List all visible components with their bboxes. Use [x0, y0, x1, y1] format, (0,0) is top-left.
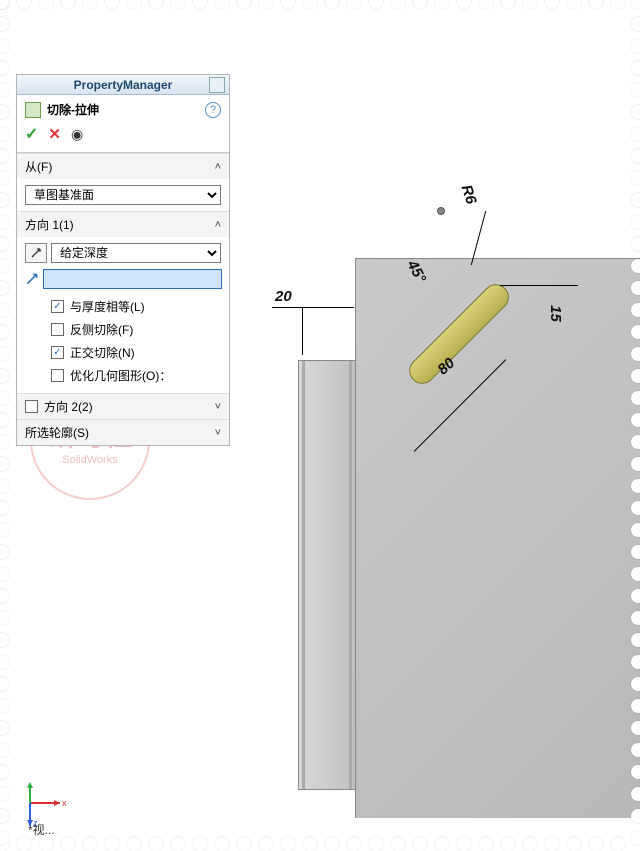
section-direction2[interactable]: 方向 2(2) ˅ [17, 393, 229, 419]
preview-icon[interactable]: ◉ [71, 126, 83, 143]
from-dropdown[interactable]: 草图基准面 [25, 185, 221, 205]
cancel-button[interactable]: ✕ [48, 125, 61, 143]
model-plate [298, 360, 356, 790]
svg-text:x: x [62, 798, 67, 808]
depth-input[interactable] [43, 269, 222, 289]
end-condition-dropdown[interactable]: 给定深度 [51, 243, 221, 263]
link-thickness-checkbox[interactable] [51, 300, 64, 313]
section-contours[interactable]: 所选轮廓(S) ˅ [17, 419, 229, 445]
dim-radius[interactable]: R6 [458, 183, 480, 207]
optimize-checkbox[interactable] [51, 369, 64, 382]
chevron-down-icon: ˅ [215, 401, 221, 413]
pushpin-icon[interactable] [209, 77, 225, 93]
chevron-up-icon: ˄ [215, 219, 221, 231]
view-label: *视... [28, 821, 55, 838]
feature-name: 切除-拉伸 [47, 101, 199, 118]
cut-extrude-icon [25, 102, 41, 118]
normal-cut-checkbox[interactable] [51, 346, 64, 359]
property-manager-panel: PropertyManager 切除-拉伸 ? ✓ ✕ ◉ 从(F) ˄ 草图基… [16, 74, 230, 446]
flip-side-checkbox[interactable] [51, 323, 64, 336]
pm-title: PropertyManager [74, 78, 173, 92]
dim-offset-y[interactable]: 15 [547, 305, 564, 322]
chevron-up-icon: ˄ [215, 161, 221, 173]
reverse-offset-icon[interactable] [25, 269, 39, 289]
ok-button[interactable]: ✓ [25, 124, 38, 144]
section-direction1[interactable]: 方向 1(1) ˄ [17, 211, 229, 237]
dir2-checkbox[interactable] [25, 400, 38, 413]
chevron-down-icon: ˅ [215, 427, 221, 439]
pm-title-bar: PropertyManager [17, 75, 229, 95]
flip-direction-button[interactable] [25, 243, 47, 263]
help-icon[interactable]: ? [205, 102, 221, 118]
sketch-slot[interactable] [375, 275, 515, 415]
section-from[interactable]: 从(F) ˄ [17, 153, 229, 179]
dim-offset-x[interactable]: 20 [275, 288, 292, 305]
